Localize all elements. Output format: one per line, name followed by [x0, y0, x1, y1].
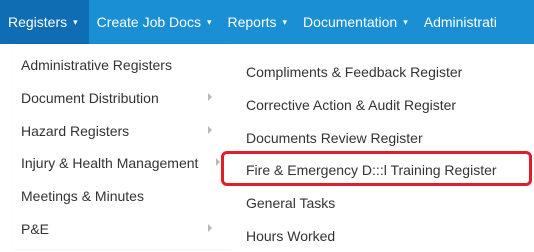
submenu-item-label: Compliments & Feedback Register: [246, 64, 463, 80]
menu-item-hazard-registers[interactable]: Hazard Registers: [12, 115, 230, 147]
chevron-right-icon: [208, 224, 212, 232]
nav-administration[interactable]: Administrati: [416, 0, 505, 44]
nav-registers-label: Registers: [8, 14, 68, 30]
menu-item-label: Hazard Registers: [21, 123, 130, 139]
chevron-down-icon: ▾: [403, 16, 408, 27]
menu-item-meetings-minutes[interactable]: Meetings & Minutes: [12, 180, 230, 212]
menu-item-document-distribution[interactable]: Document Distribution: [12, 82, 230, 114]
chevron-right-icon: [216, 158, 220, 166]
submenu-item-corrective-action-audit[interactable]: Corrective Action & Audit Register: [230, 89, 534, 121]
registers-dropdown-menu: Administrative Registers Document Distri…: [12, 44, 230, 249]
chevron-right-icon: [208, 93, 212, 101]
submenu-item-hours-worked[interactable]: Hours Worked: [230, 220, 534, 252]
nav-reports[interactable]: Reports ▾: [219, 0, 295, 44]
menu-item-label: Administrative Registers: [21, 57, 172, 73]
chevron-down-icon: ▾: [282, 16, 288, 27]
administrative-registers-submenu: Compliments & Feedback Register Correcti…: [230, 44, 534, 249]
submenu-item-documents-review[interactable]: Documents Review Register: [230, 122, 534, 154]
submenu-item-fire-emergency-drill[interactable]: Fire & Emergency D:::l Training Register: [230, 154, 534, 186]
nav-administration-label: Administrati: [423, 14, 497, 30]
menu-item-label: Injury & Health Management: [21, 155, 199, 171]
menu-item-label: Document Distribution: [21, 90, 159, 106]
menu-item-administrative-registers[interactable]: Administrative Registers: [12, 49, 230, 81]
top-navbar: Registers ▾ Create Job Docs ▾ Reports ▾ …: [0, 0, 534, 44]
nav-documentation[interactable]: Documentation ▾: [295, 0, 416, 44]
submenu-item-label: Hours Worked: [246, 228, 336, 244]
chevron-right-icon: [208, 126, 212, 134]
submenu-item-label: General Tasks: [246, 195, 336, 211]
menu-item-injury-health-management[interactable]: Injury & Health Management: [12, 147, 230, 179]
nav-registers[interactable]: Registers ▾: [0, 0, 89, 44]
nav-create-job-docs[interactable]: Create Job Docs ▾: [89, 0, 220, 44]
chevron-down-icon: ▾: [206, 16, 212, 27]
chevron-down-icon: ▾: [73, 16, 78, 27]
nav-documentation-label: Documentation: [303, 14, 398, 30]
menu-item-p-and-e[interactable]: P&E: [12, 213, 230, 245]
nav-create-job-docs-label: Create Job Docs: [96, 14, 201, 30]
submenu-item-general-tasks[interactable]: General Tasks: [230, 187, 534, 219]
submenu-item-label: Fire & Emergency D:::l Training Register: [246, 162, 497, 178]
submenu-item-label: Documents Review Register: [246, 130, 423, 146]
menu-item-label: P&E: [21, 221, 50, 237]
menu-item-label: Meetings & Minutes: [21, 188, 144, 204]
nav-reports-label: Reports: [227, 14, 277, 30]
submenu-item-compliments-feedback[interactable]: Compliments & Feedback Register: [230, 56, 534, 88]
submenu-item-label: Corrective Action & Audit Register: [246, 97, 457, 113]
